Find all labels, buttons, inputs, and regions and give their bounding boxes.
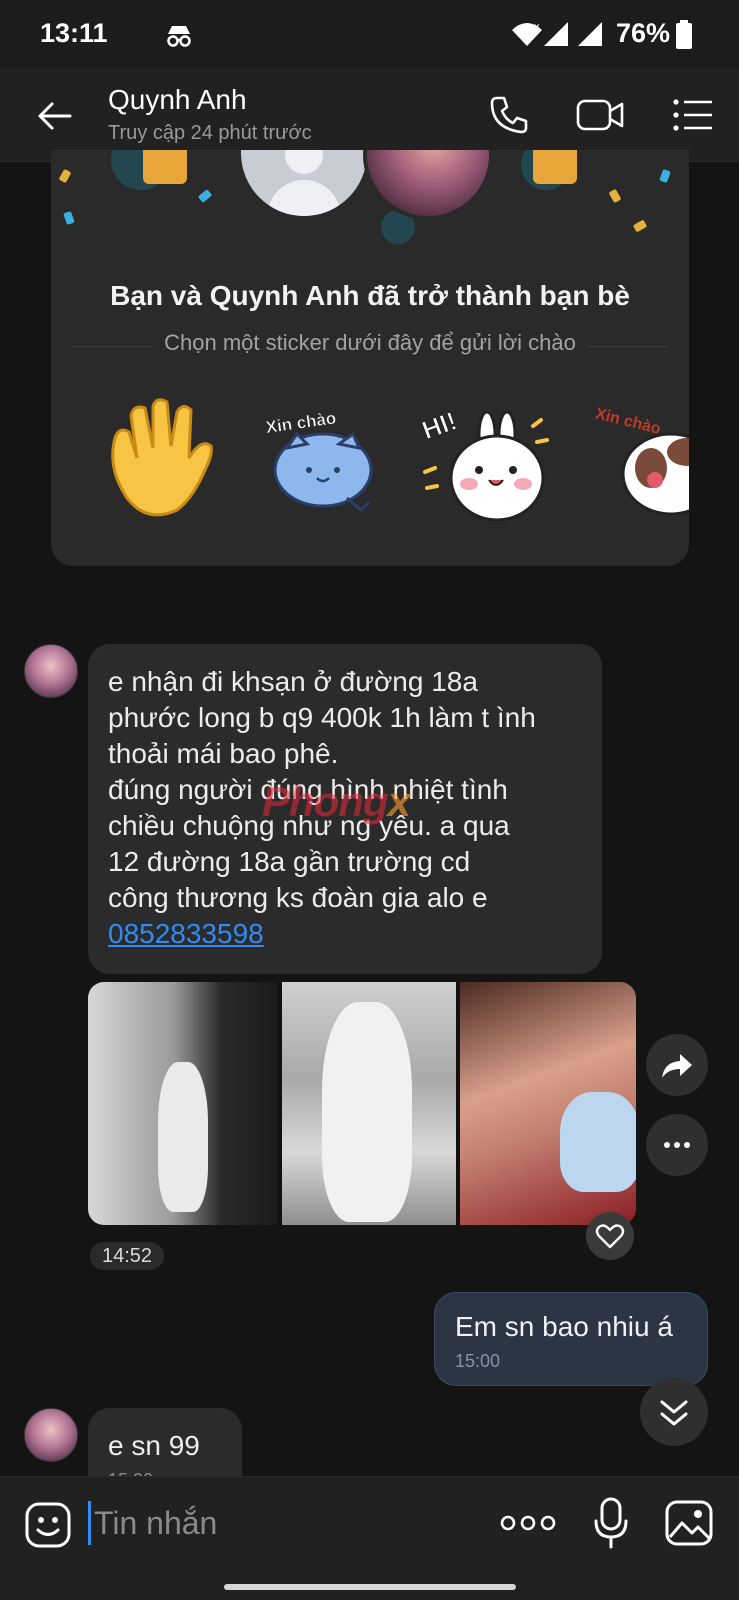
chat-header: Quynh Anh Truy cập 24 phút trước — [0, 68, 739, 162]
confetti — [63, 210, 75, 226]
message-line: e nhận đi khsạn ở đường 18a — [108, 666, 478, 697]
video-call-icon[interactable] — [576, 96, 624, 134]
back-arrow-icon[interactable] — [34, 96, 74, 136]
home-indicator[interactable] — [224, 1584, 516, 1590]
watermark-logo: Phongx — [262, 778, 411, 826]
contact-name[interactable]: Quynh Anh — [108, 84, 247, 116]
photo[interactable] — [88, 982, 278, 1225]
forward-button[interactable] — [646, 1034, 708, 1096]
xin-chao-dog-sticker[interactable]: Xin chào — [591, 398, 689, 524]
message-bubble-outgoing[interactable]: Em sn bao nhiu á 15:00 — [434, 1292, 708, 1386]
wifi-icon: x — [512, 22, 542, 46]
contact-avatar — [363, 150, 493, 220]
message-time: 14:52 — [90, 1242, 165, 1270]
signal-icon — [578, 22, 602, 46]
new-friend-card: Bạn và Quynh Anh đã trở thành bạn bè Chọ… — [51, 150, 689, 566]
hi-bunny-sticker[interactable]: HI! — [421, 398, 551, 524]
heart-icon — [595, 1224, 625, 1249]
react-button[interactable] — [586, 1212, 634, 1260]
message-time: 15:00 — [455, 1351, 501, 1371]
photo[interactable] — [460, 982, 636, 1225]
message-line: công thương ks đoàn gia alo e — [108, 882, 488, 913]
share-arrow-icon — [662, 1054, 692, 1078]
more-dots-icon — [664, 1142, 690, 1148]
confetti — [632, 219, 648, 233]
more-options-button[interactable] — [646, 1114, 708, 1176]
microphone-icon[interactable] — [594, 1497, 628, 1549]
watermark-x: x — [387, 778, 411, 825]
friend-card-subtitle: Chọn một sticker dưới đây để gửi lời chà… — [51, 330, 689, 356]
friend-card-subtitle-text: Chọn một sticker dưới đây để gửi lời chà… — [152, 330, 588, 355]
photo-figure — [158, 1062, 208, 1212]
sticker-text: HI! — [421, 405, 461, 445]
image-gallery-icon[interactable] — [664, 1499, 714, 1547]
double-chevron-down-icon — [660, 1400, 688, 1426]
photo-figure — [560, 1092, 636, 1192]
more-dots-icon[interactable] — [500, 1511, 556, 1535]
confetti — [608, 188, 622, 204]
message-text: Em sn bao nhiu á — [455, 1311, 673, 1342]
watermark-text: Phong — [262, 778, 389, 825]
battery-percentage: 76% — [616, 18, 671, 48]
contact-avatar[interactable] — [24, 644, 78, 698]
phone-number-link[interactable]: 0852833598 — [108, 918, 264, 949]
message-line: thoải mái bao phê. — [108, 738, 339, 769]
menu-icon[interactable] — [672, 98, 714, 132]
message-input-bar — [0, 1476, 739, 1570]
contact-last-seen: Truy cập 24 phút trước — [108, 122, 312, 144]
sticker-text: Xin chào — [594, 405, 663, 438]
scroll-to-bottom-button[interactable] — [640, 1378, 708, 1446]
incognito-icon — [167, 26, 191, 47]
contact-avatar[interactable] — [24, 1408, 78, 1462]
message-text: e sn 99 — [108, 1430, 200, 1461]
photo-album[interactable] — [88, 982, 636, 1225]
message-line: phước long b q9 400k 1h làm t ình — [108, 702, 536, 733]
battery-icon — [676, 20, 692, 49]
status-bar: 13:11 x 76% — [0, 0, 739, 68]
photo[interactable] — [282, 982, 456, 1225]
waving-hand-sticker[interactable] — [97, 398, 227, 524]
emoji-icon[interactable] — [24, 1501, 72, 1549]
beer-mug-icon — [143, 150, 187, 184]
xin-chao-cat-sticker[interactable]: Xin chào — [257, 398, 387, 524]
confetti — [197, 189, 213, 203]
phone-call-icon[interactable] — [488, 94, 530, 136]
message-input[interactable] — [94, 1497, 474, 1549]
photo-figure — [322, 1002, 412, 1222]
status-time: 13:11 — [40, 18, 108, 48]
confetti — [659, 168, 671, 184]
signal-icon — [544, 22, 568, 46]
friend-card-title: Bạn và Quynh Anh đã trở thành bạn bè — [110, 280, 630, 311]
svg-text:x: x — [534, 22, 540, 33]
beer-mug-icon — [533, 150, 577, 184]
system-nav-bar — [0, 1570, 739, 1600]
confetti — [58, 168, 72, 184]
my-avatar-placeholder — [241, 150, 367, 216]
message-line: 12 đường 18a gần trường cd — [108, 846, 471, 877]
text-cursor — [88, 1501, 91, 1545]
